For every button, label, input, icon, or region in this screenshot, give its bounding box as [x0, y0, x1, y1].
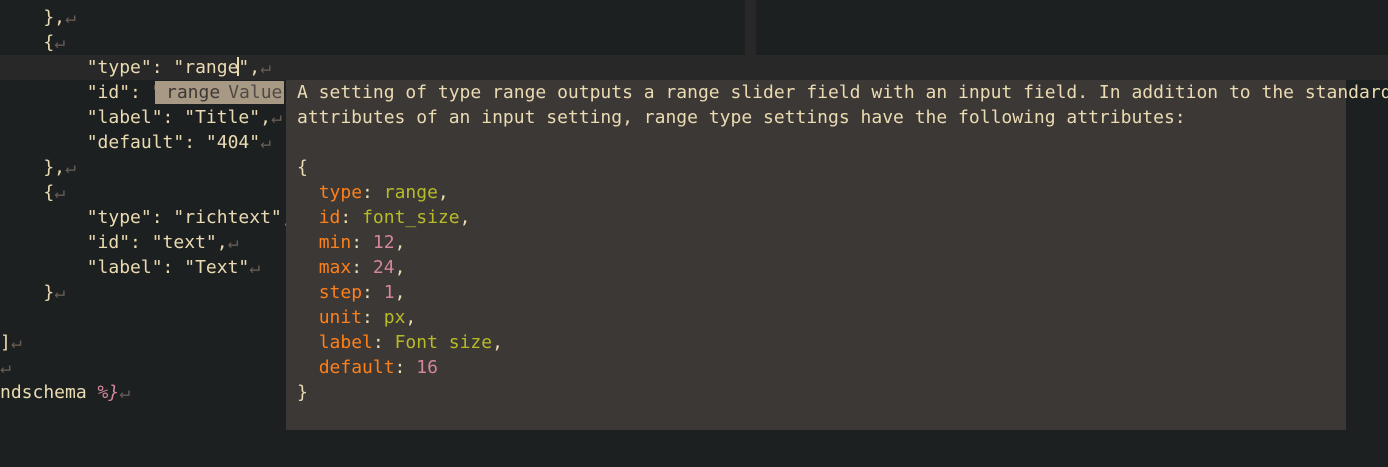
doc-attribute-key: min [318, 232, 352, 253]
doc-attribute-value: 24 [372, 257, 395, 278]
doc-attribute-key: step [318, 282, 363, 303]
eol-marker-icon: ↵ [10, 332, 22, 353]
right-pane[interactable] [756, 0, 1388, 55]
doc-attribute-key: id [318, 207, 341, 228]
completion-label: range [166, 82, 221, 103]
code-text: ", [238, 57, 261, 78]
eol-marker-icon: ↵ [54, 282, 66, 303]
doc-attribute: type: range, [318, 182, 449, 203]
doc-attribute-key: label [318, 332, 373, 353]
code-line[interactable]: "label": "Title",↵ [0, 105, 282, 130]
eol-marker-icon: ↵ [260, 132, 271, 153]
doc-description: attributes of an input setting, range ty… [297, 107, 1186, 128]
doc-attribute-value: Font size [394, 332, 493, 353]
doc-attribute-key: max [318, 257, 352, 278]
code-line[interactable]: ndschema %}↵ [0, 380, 130, 405]
doc-attribute: max: 24, [318, 257, 406, 278]
code-text: "id": "t [0, 82, 174, 103]
code-text: { [0, 32, 55, 53]
documentation-popup: A setting of type range outputs a range … [286, 80, 1388, 430]
doc-brace-close: } [297, 382, 308, 403]
code-text: { [0, 182, 55, 203]
code-text: }, [0, 157, 66, 178]
doc-attribute: label: Font size, [318, 332, 503, 353]
liquid-tag-delimiter: %} [97, 382, 120, 403]
doc-attribute-key: type [318, 182, 363, 203]
eol-marker-icon: ↵ [227, 232, 239, 253]
code-line[interactable]: "id": "t [0, 80, 174, 105]
doc-attribute-value: 12 [372, 232, 395, 253]
code-line[interactable]: {↵ [0, 30, 65, 55]
doc-attribute-key: unit [318, 307, 363, 328]
code-text: "type": "richtext", [0, 207, 293, 228]
doc-attribute-value: px [383, 307, 406, 328]
code-text: ] [0, 332, 11, 353]
eol-marker-icon: ↵ [54, 32, 66, 53]
eol-marker-icon: ↵ [65, 157, 76, 178]
doc-attribute: unit: px, [318, 307, 417, 328]
doc-attribute: step: 1, [318, 282, 406, 303]
doc-attribute-value: 16 [416, 357, 438, 378]
doc-brace-open: { [297, 157, 308, 178]
doc-description: A setting of type range outputs a range … [297, 82, 1388, 103]
code-line[interactable]: "label": "Text"↵ [0, 255, 260, 280]
code-line[interactable]: {↵ [0, 180, 65, 205]
eol-marker-icon: ↵ [249, 257, 261, 278]
code-text: ndschema [0, 382, 98, 403]
eol-marker-icon: ↵ [54, 182, 66, 203]
code-text: "default": "404" [0, 132, 261, 153]
eol-marker-icon: ↵ [260, 57, 271, 78]
pane-divider[interactable] [745, 0, 756, 55]
code-line[interactable]: },↵ [0, 5, 76, 30]
doc-attribute: default: 16 [318, 357, 438, 378]
eol-marker-icon: ↵ [65, 7, 76, 28]
autocomplete-item[interactable]: range Value [155, 81, 284, 104]
code-line[interactable]: },↵ [0, 155, 76, 180]
doc-attribute: min: 12, [318, 232, 406, 253]
doc-attribute-value: range [383, 182, 438, 203]
code-text: }, [0, 7, 66, 28]
eol-marker-icon: ↵ [270, 107, 282, 128]
doc-attribute: id: font_size, [318, 207, 471, 228]
code-text: "type": "range [0, 57, 239, 78]
code-line[interactable]: ↵ [0, 355, 11, 380]
code-line[interactable]: "id": "text",↵ [0, 230, 239, 255]
code-text: "label": "Text" [0, 257, 250, 278]
code-text: "id": "text", [0, 232, 228, 253]
code-line-active[interactable]: "type": "range",↵ [0, 55, 271, 80]
code-line[interactable]: "default": "404"↵ [0, 130, 271, 155]
code-text: "label": "Title", [0, 107, 271, 128]
code-line[interactable]: "type": "richtext",↵ [0, 205, 304, 230]
eol-marker-icon: ↵ [0, 357, 11, 378]
code-text: } [0, 282, 55, 303]
code-line[interactable]: }↵ [0, 280, 65, 305]
doc-attribute-value: font_size [362, 207, 460, 228]
eol-marker-icon: ↵ [119, 382, 131, 403]
completion-kind: Value [228, 82, 283, 103]
code-line[interactable]: ]↵ [0, 330, 22, 355]
doc-attribute-key: default [318, 357, 395, 378]
doc-attribute-value: 1 [383, 282, 395, 303]
